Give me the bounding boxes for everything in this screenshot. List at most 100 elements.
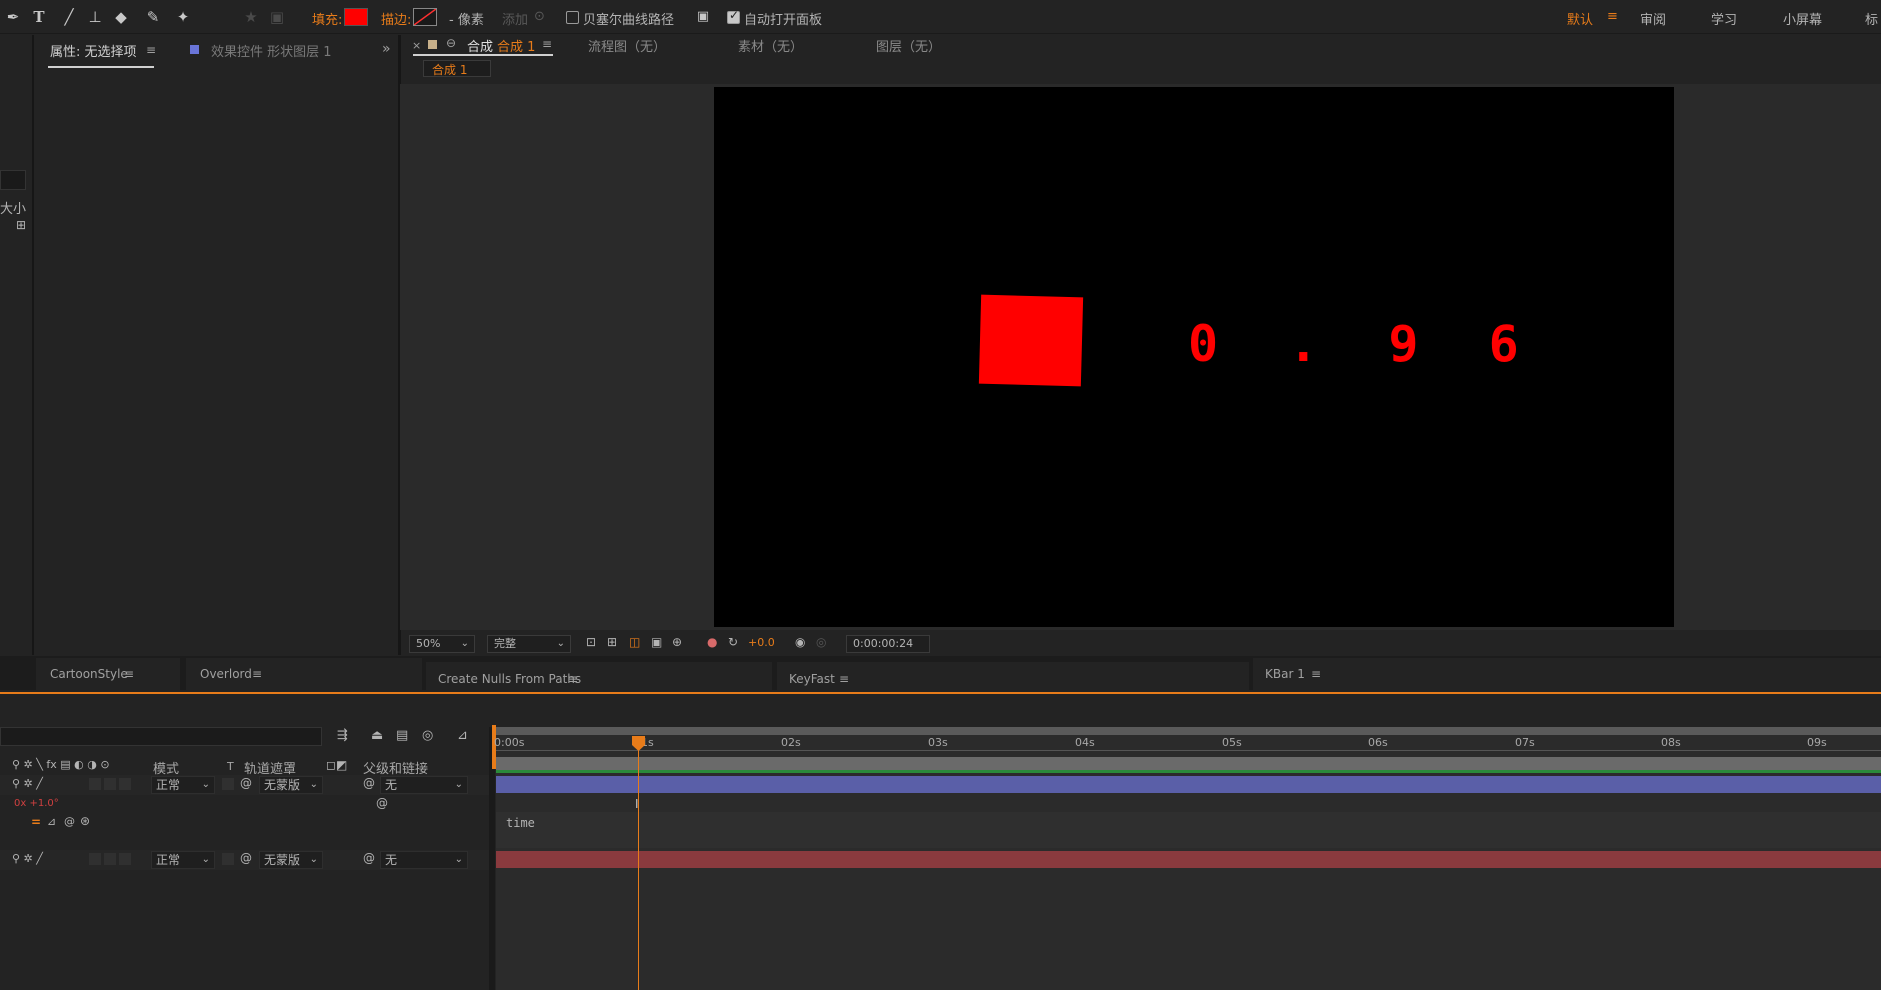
strip-field[interactable] — [0, 170, 26, 190]
work-area-range[interactable] — [496, 757, 1881, 770]
region-of-interest-icon[interactable]: ▣ — [651, 635, 662, 649]
comp-menu-icon[interactable]: ≡ — [542, 37, 552, 51]
comp-mini-flowchart-icon[interactable]: ⇶ — [337, 728, 348, 743]
layer-1-t-box[interactable] — [222, 778, 234, 790]
bezier-checkbox[interactable] — [566, 11, 579, 24]
transparency-grid-icon[interactable]: ⊞ — [607, 635, 617, 649]
comp-canvas[interactable]: 0 . 9 6 — [714, 87, 1674, 627]
grid-guides-icon[interactable]: ⊕ — [672, 635, 682, 649]
auto-open-checkbox[interactable] — [727, 8, 740, 24]
expression-language-menu-icon[interactable]: ⊛ — [80, 814, 90, 828]
timeline-search-input[interactable] — [0, 727, 322, 746]
expression-enable-icon[interactable]: = — [31, 815, 41, 829]
layer-1-mode-select[interactable]: 正常 ⌄ — [151, 776, 215, 794]
tab-layer[interactable]: 图层（无） — [876, 36, 941, 55]
comp-tab-prefix[interactable]: 合成 — [467, 36, 493, 55]
tab-footage[interactable]: 素材（无） — [738, 36, 803, 55]
ext-create-nulls-panel[interactable]: Create Nulls From Paths ≡ — [426, 662, 772, 690]
stroke-width-units[interactable]: - 像素 — [449, 9, 484, 28]
stroke-color-swatch[interactable] — [413, 8, 437, 26]
layer-1-parent-pickwhip-icon[interactable]: @ — [363, 776, 375, 790]
layer-2-mode-select[interactable]: 正常 ⌄ — [151, 851, 215, 869]
work-area-bar[interactable] — [496, 727, 1881, 735]
puppet-pin-tool-icon[interactable]: ✦ — [172, 6, 194, 28]
ext-kbar-panel[interactable]: KBar 1 ≡ — [1253, 658, 1881, 690]
pen-tool-icon[interactable]: ✒ — [2, 6, 24, 28]
ext-cartoonstyle-menu-icon[interactable]: ≡ — [124, 667, 134, 681]
mask-visibility-icon[interactable]: ◫ — [629, 635, 640, 649]
ext-cartoonstyle-panel[interactable]: CartoonStyle ≡ — [36, 658, 180, 690]
workspace-standard[interactable]: 标 — [1865, 9, 1878, 28]
graph-editor-icon[interactable]: ⊿ — [457, 728, 468, 743]
layer-1-matte-select[interactable]: 无蒙版 ⌄ — [259, 776, 323, 794]
comp-breadcrumb[interactable]: 合成 1 — [423, 60, 491, 77]
layer-2-matte-pickwhip-icon[interactable]: @ — [240, 851, 252, 865]
snapshot-camera-icon[interactable]: ◉ — [795, 635, 805, 649]
reset-exposure-icon[interactable]: ↻ — [728, 635, 738, 649]
motion-blur-icon[interactable]: ◎ — [422, 728, 433, 743]
tab-properties[interactable]: 属性: 无选择项 — [50, 41, 137, 60]
resolution-select[interactable]: 完整 ⌄ — [487, 635, 571, 653]
layer-1-matte-pickwhip-icon[interactable]: @ — [240, 776, 252, 790]
ext-overlord-panel[interactable]: Overlord ≡ — [186, 658, 422, 690]
canvas-number-text[interactable]: 0 . 9 6 — [1188, 315, 1539, 373]
fast-preview-icon[interactable]: ⊡ — [586, 635, 596, 649]
layer-1-switches-icon[interactable]: ⚲ ✲ ╱ — [12, 777, 43, 790]
layer-2-parent-pickwhip-icon[interactable]: @ — [363, 851, 375, 865]
ext-create-nulls-menu-icon[interactable]: ≡ — [568, 672, 578, 686]
fill-color-swatch[interactable] — [344, 8, 368, 26]
expression-pickwhip-small-icon[interactable]: @ — [64, 815, 75, 828]
ext-keyfast-panel[interactable]: KeyFast ≡ — [777, 662, 1249, 690]
property-value[interactable]: 0x +1.0° — [14, 798, 59, 809]
playhead-line[interactable] — [638, 737, 639, 990]
tab-flowchart[interactable]: 流程图（无） — [588, 36, 666, 55]
layer-2-t-box[interactable] — [222, 853, 234, 865]
brush-tool-icon[interactable]: ╱ — [58, 6, 80, 28]
ext-kbar-menu-icon[interactable]: ≡ — [1311, 667, 1321, 681]
roto-brush-tool-icon[interactable]: ✎ — [142, 6, 164, 28]
frame-blending-icon[interactable]: ▤ — [396, 728, 408, 743]
layer-1-box-c[interactable] — [119, 778, 131, 790]
close-tab-icon[interactable]: × — [412, 39, 421, 52]
clone-stamp-tool-icon[interactable]: ⊥ — [84, 6, 106, 28]
workspace-menu-icon[interactable]: ≡ — [1607, 9, 1618, 24]
layer-2-box-b[interactable] — [104, 853, 116, 865]
ext-cartoonstyle-label: CartoonStyle — [50, 667, 128, 681]
expression-pickwhip-icon[interactable]: @ — [376, 796, 388, 810]
expression-text[interactable]: time — [506, 816, 535, 830]
lock-icon[interactable]: ⊖ — [446, 36, 456, 50]
matte-toggle-icons[interactable]: ◻◩ — [326, 758, 347, 772]
layer-1-box-b[interactable] — [104, 778, 116, 790]
layer-2-parent-select[interactable]: 无 ⌄ — [380, 851, 468, 869]
zoom-select[interactable]: 50% ⌄ — [409, 635, 475, 653]
red-shape-layer[interactable] — [978, 294, 1084, 387]
expression-editor-area[interactable]: time — [496, 812, 1881, 848]
workspace-review[interactable]: 审阅 — [1640, 9, 1666, 28]
hierarchy-icon[interactable]: ⊞ — [16, 218, 26, 232]
layer-2-box-c[interactable] — [119, 853, 131, 865]
layer-2-box-a[interactable] — [89, 853, 101, 865]
ext-overlord-menu-icon[interactable]: ≡ — [252, 667, 262, 681]
expression-graph-icon[interactable]: ⊿ — [47, 815, 56, 828]
color-channels-icon[interactable]: ● — [707, 635, 717, 649]
panel-icon[interactable]: ▣ — [692, 6, 714, 28]
layer-1-parent-select[interactable]: 无 ⌄ — [380, 776, 468, 794]
timecode-display[interactable]: 0:00:00:24 — [846, 635, 930, 653]
overflow-panels-icon[interactable]: » — [382, 41, 391, 57]
exposure-value[interactable]: +0.0 — [748, 636, 775, 649]
properties-menu-icon[interactable]: ≡ — [146, 43, 156, 57]
workspace-default[interactable]: 默认 — [1567, 9, 1593, 28]
workspace-learn[interactable]: 学习 — [1711, 9, 1737, 28]
type-tool-icon[interactable]: T — [28, 6, 50, 28]
layer-1-box-a[interactable] — [89, 778, 101, 790]
tab-effect-controls[interactable]: 效果控件 形状图层 1 — [211, 41, 332, 60]
comp-tab-name[interactable]: 合成 1 — [497, 36, 535, 55]
layer-2-matte-select[interactable]: 无蒙版 ⌄ — [259, 851, 323, 869]
layer-2-switches-icon[interactable]: ⚲ ✲ ╱ — [12, 852, 43, 865]
shy-layers-icon[interactable]: ⏏ — [371, 728, 383, 743]
eraser-tool-icon[interactable]: ◆ — [110, 6, 132, 28]
layer-2-duration-bar[interactable] — [496, 851, 1881, 868]
ext-keyfast-menu-icon[interactable]: ≡ — [839, 672, 849, 686]
workspace-small-screen[interactable]: 小屏幕 — [1783, 9, 1822, 28]
layer-1-duration-bar[interactable] — [496, 776, 1881, 793]
